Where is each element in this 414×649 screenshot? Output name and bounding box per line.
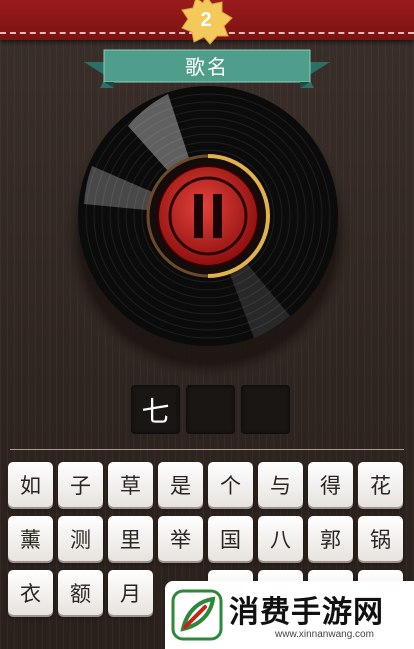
key-tile[interactable]: 月 [108,570,153,615]
key-tile[interactable]: 得 [308,462,353,507]
key-tile[interactable]: 个 [208,462,253,507]
key-tile[interactable]: 里 [108,516,153,561]
key-tile[interactable]: 锅 [358,516,403,561]
key-tile[interactable]: 薰 [8,516,53,561]
key-tile[interactable]: 草 [108,462,153,507]
answer-slot-1[interactable]: 七 [131,385,180,434]
category-title: 歌名 [185,54,229,79]
key-tile[interactable]: 额 [58,570,103,615]
watermark-url: www.xinnanwang.com [275,629,374,640]
level-badge: 2 [176,0,236,46]
key-tile[interactable]: 子 [58,462,103,507]
key-tile[interactable]: 与 [258,462,303,507]
leaf-logo-icon [171,589,223,641]
key-tile[interactable]: 测 [58,516,103,561]
answer-slot-3[interactable] [241,385,290,434]
watermark-title: 消费手游网 [229,595,384,630]
answer-slot-2[interactable] [186,385,235,434]
key-tile[interactable]: 如 [8,462,53,507]
level-number: 2 [200,8,212,31]
key-tile[interactable]: 衣 [8,570,53,615]
key-tile[interactable]: 国 [208,516,253,561]
key-tile[interactable]: 是 [158,462,203,507]
key-tile[interactable]: 花 [358,462,403,507]
answer-slots: 七 [131,385,290,434]
divider [10,449,404,450]
key-tile[interactable]: 举 [158,516,203,561]
pause-button[interactable] [158,166,258,266]
key-tile[interactable]: 八 [258,516,303,561]
key-tile[interactable]: 郭 [308,516,353,561]
watermark-banner: 消费手游网 www.xinnanwang.com [165,581,414,649]
